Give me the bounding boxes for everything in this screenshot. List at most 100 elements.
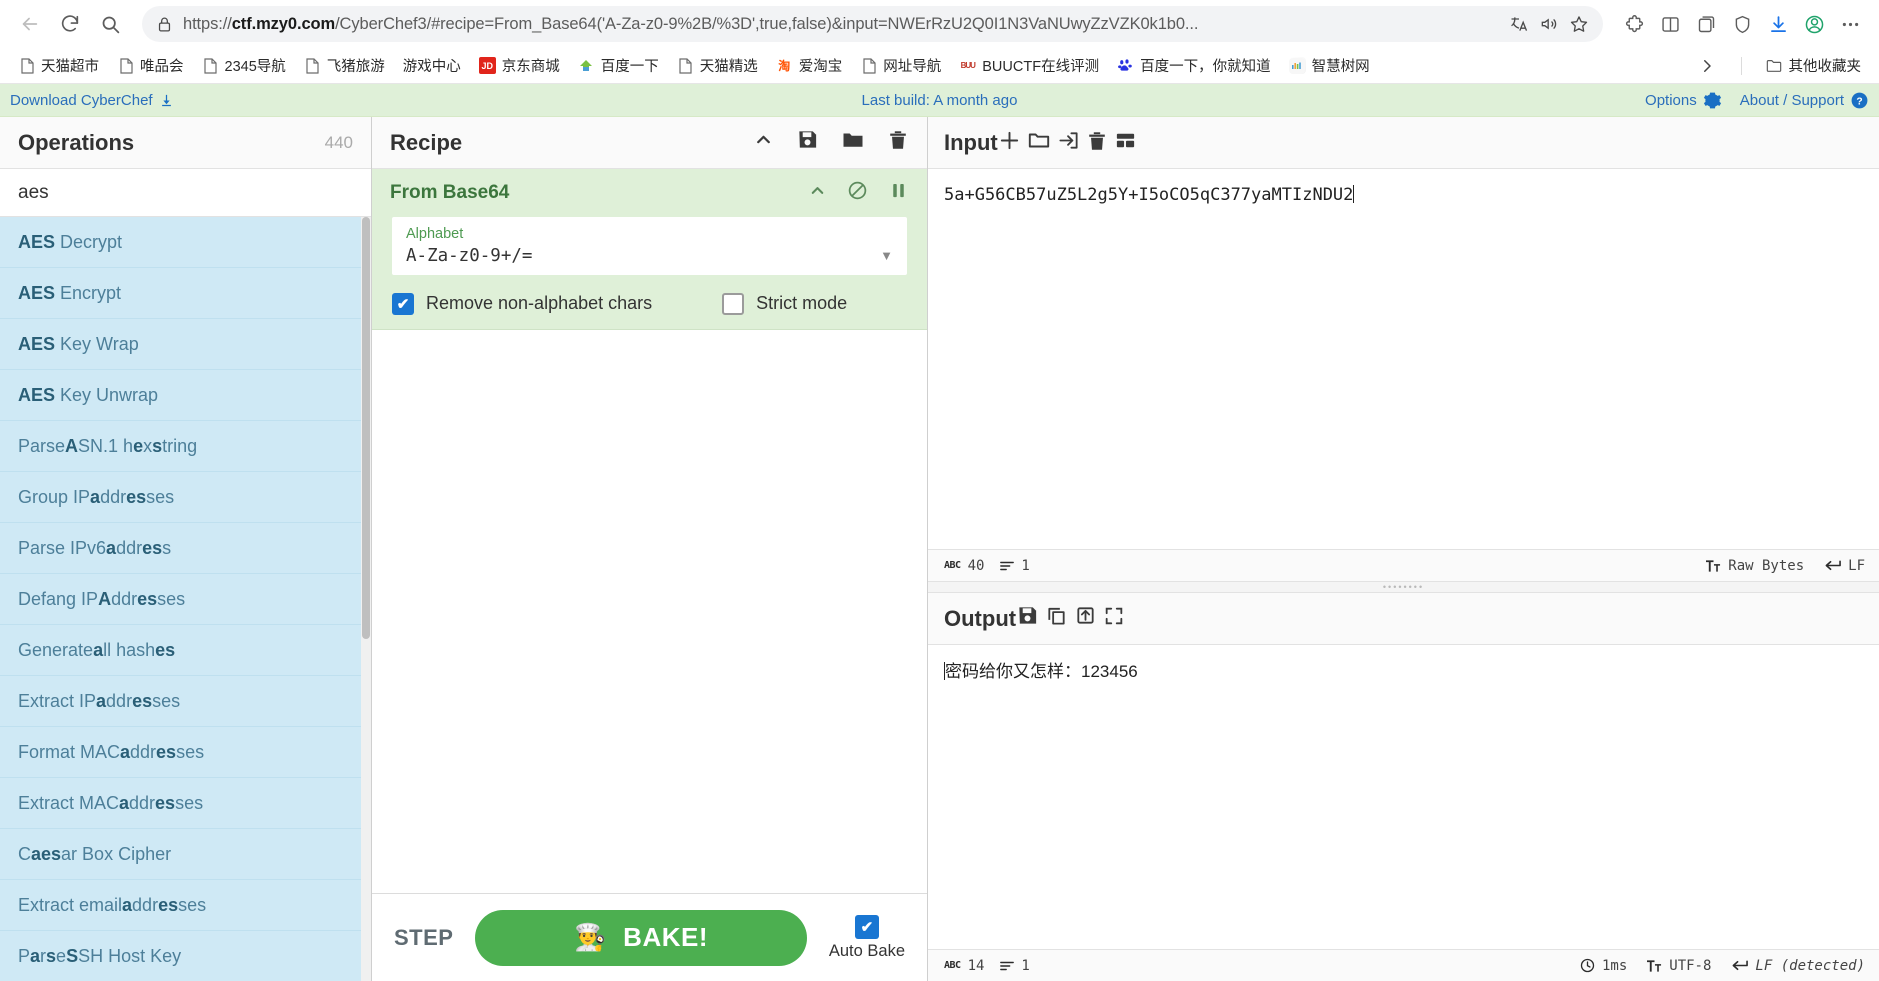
bookmark-item[interactable]: 网址导航 (852, 51, 949, 80)
operation-list-item[interactable]: Generate a ll hash es (0, 625, 371, 676)
recipe-body[interactable]: From Base64 Alphabet A-Za-z0-9+/= ▼ ✔ Re… (372, 169, 927, 893)
argument-alphabet[interactable]: Alphabet A-Za-z0-9+/= ▼ (392, 217, 907, 275)
chevron-down-icon[interactable]: ▼ (880, 248, 893, 263)
reload-icon (61, 15, 79, 32)
bookmark-item[interactable]: 2345导航 (194, 51, 294, 80)
settings-more-button[interactable] (1833, 7, 1867, 41)
other-favorites-button[interactable]: 其他收藏夹 (1758, 51, 1870, 80)
address-bar[interactable]: https://ctf.mzy0.com/CyberChef3/#recipe=… (142, 6, 1603, 42)
bookmark-item[interactable]: 天猫超市 (10, 51, 107, 80)
last-build-link[interactable]: Last build: A month ago (862, 92, 1018, 109)
bookmark-item[interactable]: BUU BUUCTF在线评测 (951, 51, 1107, 80)
bookmark-item[interactable]: JD 京东商城 (471, 51, 568, 80)
bookmark-item[interactable]: 游戏中心 (395, 51, 469, 80)
search-input[interactable]: aes (18, 182, 49, 204)
operation-breakpoint-button[interactable] (888, 180, 909, 207)
open-folder-as-input-button[interactable] (1027, 132, 1051, 157)
operation-collapse-button[interactable] (808, 181, 827, 206)
operation-list-item[interactable]: Format MAC a ddr es ses (0, 727, 371, 778)
operation-list-item[interactable]: Group IP a ddr es ses (0, 472, 371, 523)
input-lines-value: 1 (1021, 557, 1030, 574)
bookmark-item[interactable]: 唯品会 (109, 51, 192, 80)
operation-list-item[interactable]: Parse A SN.1 hex s tring (0, 421, 371, 472)
about-support-link[interactable]: About / Support ? (1740, 91, 1869, 110)
operation-list-item[interactable]: Parse S SH Host Key (0, 931, 371, 981)
bookmark-item[interactable]: 飞猪旅游 (296, 51, 393, 80)
operation-list-item[interactable]: Extract IP a ddr es ses (0, 676, 371, 727)
input-tabs-button[interactable] (1114, 132, 1137, 157)
download-cyberchef-link[interactable]: Download CyberChef (10, 92, 174, 109)
clear-recipe-button[interactable] (887, 129, 909, 157)
bookmark-item[interactable]: 淘爱淘宝 (768, 51, 851, 80)
input-textarea[interactable]: 5a+G56CB57uZ5L2g5Y+I5oCO5qC377yaMTIzNDU2 (928, 169, 1879, 549)
profile-button[interactable] (1797, 7, 1831, 41)
operation-disable-button[interactable] (847, 180, 868, 207)
clear-input-button[interactable] (1086, 131, 1108, 157)
operations-list[interactable]: AES Decrypt AES Encrypt AES Key Wrap AES… (0, 217, 371, 981)
operation-list-item[interactable]: Extract MAC a ddr es ses (0, 778, 371, 829)
operations-scrollbar[interactable] (361, 217, 371, 981)
bookmark-item[interactable]: 百度一下 (570, 51, 667, 80)
open-file-as-input-button[interactable] (1057, 131, 1080, 157)
downloads-button[interactable] (1761, 7, 1795, 41)
add-input-tab-button[interactable] (998, 131, 1021, 157)
input-eol[interactable]: LF (1824, 558, 1865, 574)
back-button[interactable] (12, 6, 48, 42)
output-encoding[interactable]: UTF-8 (1647, 958, 1711, 974)
io-splitter[interactable]: •••••••• (928, 581, 1879, 593)
browser-chrome: https://ctf.mzy0.com/CyberChef3/#recipe=… (0, 0, 1879, 84)
maximise-output-button[interactable] (1103, 607, 1125, 632)
reload-button[interactable] (52, 6, 88, 42)
operation-list-item[interactable]: Parse IPv6 a ddr es s (0, 523, 371, 574)
load-recipe-button[interactable] (841, 128, 865, 158)
save-icon (799, 131, 817, 148)
checkbox-remove-non-alphabet-chars[interactable]: ✔ Remove non-alphabet chars (392, 292, 652, 315)
output-textarea[interactable]: 密码给你又怎样：123456 (928, 645, 1879, 949)
browser-essentials-button[interactable] (1725, 7, 1759, 41)
operation-list-item[interactable]: Caes ar Box Cipher (0, 829, 371, 880)
disable-icon (848, 181, 867, 199)
checkbox-checked-icon: ✔ (854, 914, 879, 939)
page-icon (117, 57, 134, 74)
search-button[interactable] (92, 6, 128, 42)
recipe-pane: Recipe From Base64 Alphabet A-Za-z0-9+/=… (372, 117, 928, 981)
recipe-collapse-button[interactable] (753, 129, 774, 156)
star-icon[interactable] (1569, 14, 1589, 34)
bookmark-label: 2345导航 (224, 59, 286, 75)
bookmark-label: 京东商城 (501, 59, 560, 75)
operation-list-item[interactable]: AES Key Unwrap (0, 370, 371, 421)
read-aloud-icon[interactable] (1539, 14, 1559, 34)
operation-list-item[interactable]: AES Decrypt (0, 217, 371, 268)
recipe-operation-card[interactable]: From Base64 Alphabet A-Za-z0-9+/= ▼ ✔ Re… (372, 169, 927, 330)
argument-value[interactable]: A-Za-z0-9+/= (406, 246, 866, 266)
split-screen-button[interactable] (1653, 7, 1687, 41)
output-eol[interactable]: LF (detected) (1731, 958, 1865, 974)
bookmark-item[interactable]: 百度一下，你就知道 (1109, 51, 1279, 80)
bookmark-item[interactable]: 智慧树网 (1281, 51, 1378, 80)
extensions-button[interactable] (1617, 7, 1651, 41)
maximise-icon (1106, 607, 1123, 625)
step-button[interactable]: STEP (394, 925, 453, 951)
input-encoding-value: Raw Bytes (1728, 557, 1805, 574)
bookmarks-overflow-button[interactable] (1689, 48, 1725, 84)
operation-list-item[interactable]: Extract email a ddr es ses (0, 880, 371, 931)
operations-title: Operations (18, 129, 135, 155)
bookmark-item[interactable]: 天猫精选 (669, 51, 766, 80)
question-circle-icon: ? (1851, 92, 1868, 108)
auto-bake-toggle[interactable]: ✔ Auto Bake (829, 914, 905, 961)
collections-button[interactable] (1689, 7, 1723, 41)
options-link[interactable]: Options (1645, 91, 1722, 110)
save-recipe-button[interactable] (796, 128, 819, 157)
operation-list-item[interactable]: AES Encrypt (0, 268, 371, 319)
bake-button[interactable]: 👨‍🍳 BAKE! (475, 909, 807, 966)
replace-input-button[interactable] (1074, 607, 1097, 632)
save-output-button[interactable] (1016, 607, 1039, 632)
checkbox-strict-mode[interactable]: Strict mode (722, 292, 847, 315)
checkbox-unchecked-icon (722, 292, 745, 315)
input-encoding[interactable]: Raw Bytes (1706, 558, 1804, 574)
operation-list-item[interactable]: Defang IP Addr es ses (0, 574, 371, 625)
operations-search[interactable]: aes (0, 169, 371, 217)
translate-icon[interactable] (1509, 14, 1529, 34)
copy-output-button[interactable] (1045, 607, 1068, 632)
operation-list-item[interactable]: AES Key Wrap (0, 319, 371, 370)
